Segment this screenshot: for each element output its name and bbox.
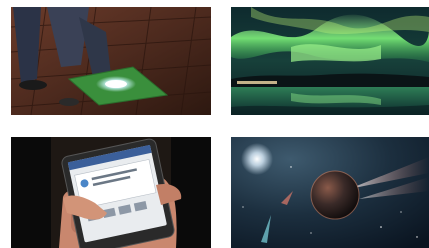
image-grid xyxy=(0,0,429,248)
image-tile-floor-tile[interactable] xyxy=(11,7,211,115)
image-tile-aurora[interactable] xyxy=(231,7,429,115)
image-tile-smartphone[interactable] xyxy=(11,137,211,248)
space-photo xyxy=(231,137,429,248)
floor-tile-photo xyxy=(11,7,211,115)
smartphone-photo xyxy=(11,137,211,248)
aurora-photo xyxy=(231,7,429,115)
image-tile-space[interactable] xyxy=(231,137,429,248)
